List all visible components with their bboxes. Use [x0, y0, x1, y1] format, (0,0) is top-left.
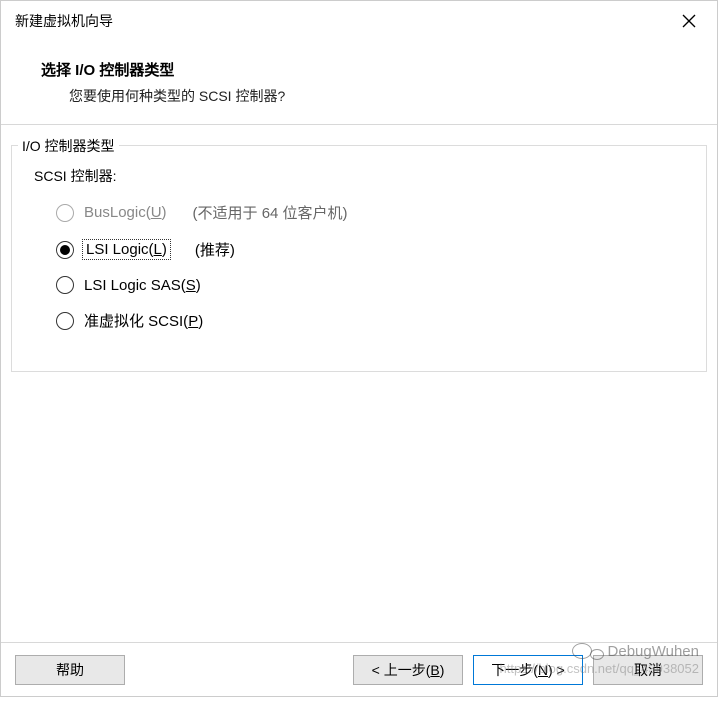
- io-controller-groupbox: I/O 控制器类型 SCSI 控制器: BusLogic(U) (不适用于 64…: [11, 145, 707, 372]
- radio-icon: [56, 241, 74, 259]
- option-pvscsi[interactable]: 准虚拟化 SCSI(P): [56, 310, 690, 331]
- back-button[interactable]: < 上一步(B): [353, 655, 463, 685]
- help-button[interactable]: 帮助: [15, 655, 125, 685]
- option-buslogic-label: BusLogic(U): [84, 204, 167, 221]
- footer: 帮助 < 上一步(B) 下一步(N) > 取消: [1, 642, 717, 696]
- content-area: I/O 控制器类型 SCSI 控制器: BusLogic(U) (不适用于 64…: [1, 125, 717, 642]
- radio-icon: [56, 312, 74, 330]
- dialog-title: 新建虚拟机向导: [15, 11, 113, 31]
- titlebar: 新建虚拟机向导: [1, 1, 717, 41]
- radio-icon: [56, 276, 74, 294]
- option-lsilogic-label: LSI Logic(L): [84, 241, 169, 258]
- radio-icon: [56, 204, 74, 222]
- option-buslogic-hint: (不适用于 64 位客户机): [193, 202, 348, 223]
- option-lsilogic-hint: (推荐): [195, 239, 235, 260]
- scsi-controller-label: SCSI 控制器:: [34, 166, 690, 186]
- close-icon: [682, 14, 696, 28]
- header-title: 选择 I/O 控制器类型: [41, 59, 677, 80]
- option-buslogic: BusLogic(U) (不适用于 64 位客户机): [56, 202, 690, 223]
- option-lsisas[interactable]: LSI Logic SAS(S): [56, 276, 690, 294]
- wizard-dialog: 新建虚拟机向导 选择 I/O 控制器类型 您要使用何种类型的 SCSI 控制器?…: [0, 0, 718, 697]
- groupbox-label: I/O 控制器类型: [18, 136, 119, 156]
- option-lsilogic[interactable]: LSI Logic(L) (推荐): [56, 239, 690, 260]
- header-subtitle: 您要使用何种类型的 SCSI 控制器?: [69, 86, 677, 106]
- close-button[interactable]: [673, 5, 705, 37]
- option-lsisas-label: LSI Logic SAS(S): [84, 277, 201, 294]
- option-pvscsi-label: 准虚拟化 SCSI(P): [84, 310, 203, 331]
- header-section: 选择 I/O 控制器类型 您要使用何种类型的 SCSI 控制器?: [1, 41, 717, 125]
- cancel-button[interactable]: 取消: [593, 655, 703, 685]
- next-button[interactable]: 下一步(N) >: [473, 655, 583, 685]
